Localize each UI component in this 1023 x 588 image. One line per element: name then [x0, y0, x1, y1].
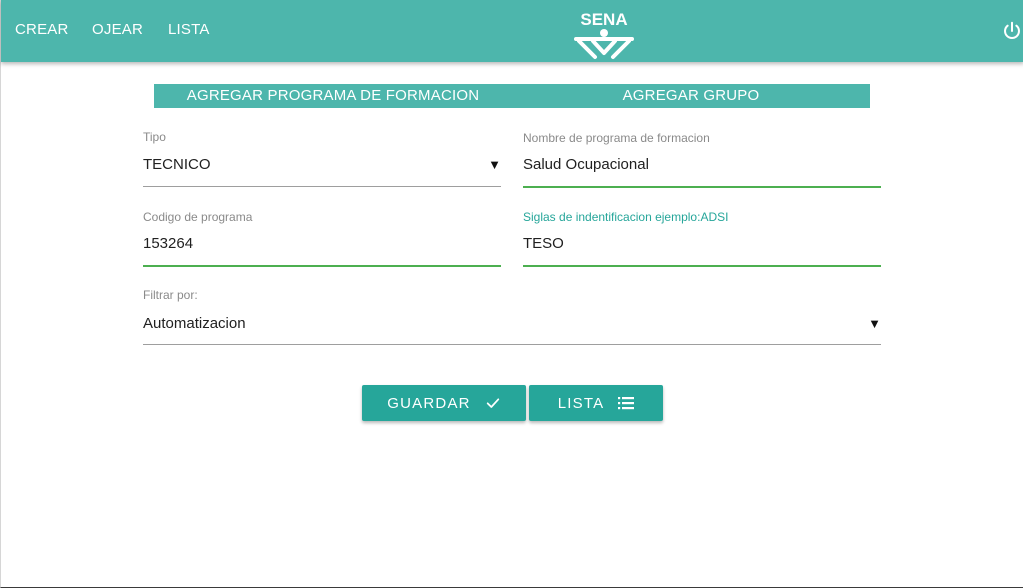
filtrar-select[interactable]: Filtrar por: Automatizacion ▼	[143, 288, 881, 346]
tipo-underline	[143, 186, 501, 187]
codigo-programa-input[interactable]	[143, 235, 466, 252]
logo-v-shape	[591, 39, 617, 55]
guardar-label: GUARDAR	[387, 394, 471, 412]
siglas-input[interactable]	[523, 235, 846, 252]
siglas-field[interactable]: Siglas de indentificacion ejemplo:ADSI	[523, 210, 881, 268]
check-icon	[486, 398, 499, 408]
nombre-programa-input[interactable]	[523, 156, 846, 173]
filtrar-underline	[143, 344, 881, 345]
logo-head-shape	[600, 29, 608, 37]
filtrar-dropdown-arrow-icon[interactable]: ▼	[868, 316, 881, 331]
siglas-underline	[523, 265, 881, 267]
top-navbar: CREAR OJEAR LISTA SENA	[1, 0, 1023, 62]
filtrar-value: Automatizacion	[143, 315, 246, 332]
lista-button[interactable]: LISTA	[529, 385, 663, 421]
guardar-button[interactable]: GUARDAR	[362, 385, 526, 421]
list-icon	[618, 397, 635, 410]
siglas-label: Siglas de indentificacion ejemplo:ADSI	[523, 210, 729, 224]
tipo-label: Tipo	[143, 130, 166, 144]
nombre-programa-label: Nombre de programa de formacion	[523, 131, 710, 145]
logo-text: SENA	[580, 10, 627, 29]
nav-lista-link[interactable]: LISTA	[168, 21, 210, 38]
codigo-programa-label: Codigo de programa	[143, 210, 253, 224]
codigo-programa-underline	[143, 265, 501, 267]
tab-agregar-programa[interactable]: AGREGAR PROGRAMA DE FORMACION	[154, 84, 512, 108]
nav-crear-link[interactable]: CREAR	[15, 21, 69, 38]
form-tabs: AGREGAR PROGRAMA DE FORMACION AGREGAR GR…	[154, 84, 870, 108]
sena-logo[interactable]: SENA	[573, 3, 635, 61]
filtrar-label: Filtrar por:	[143, 288, 198, 302]
codigo-programa-field[interactable]: Codigo de programa	[143, 210, 501, 268]
nav-ojear-link[interactable]: OJEAR	[92, 21, 143, 38]
nombre-programa-field[interactable]: Nombre de programa de formacion	[523, 131, 881, 189]
nombre-programa-underline	[523, 186, 881, 188]
tab-agregar-grupo[interactable]: AGREGAR GRUPO	[512, 84, 870, 108]
tipo-dropdown-arrow-icon[interactable]: ▼	[488, 157, 501, 172]
lista-label: LISTA	[557, 394, 605, 412]
power-icon[interactable]	[1001, 20, 1023, 42]
tipo-value: TECNICO	[143, 156, 211, 173]
tipo-select[interactable]: Tipo TECNICO ▼	[143, 130, 501, 188]
